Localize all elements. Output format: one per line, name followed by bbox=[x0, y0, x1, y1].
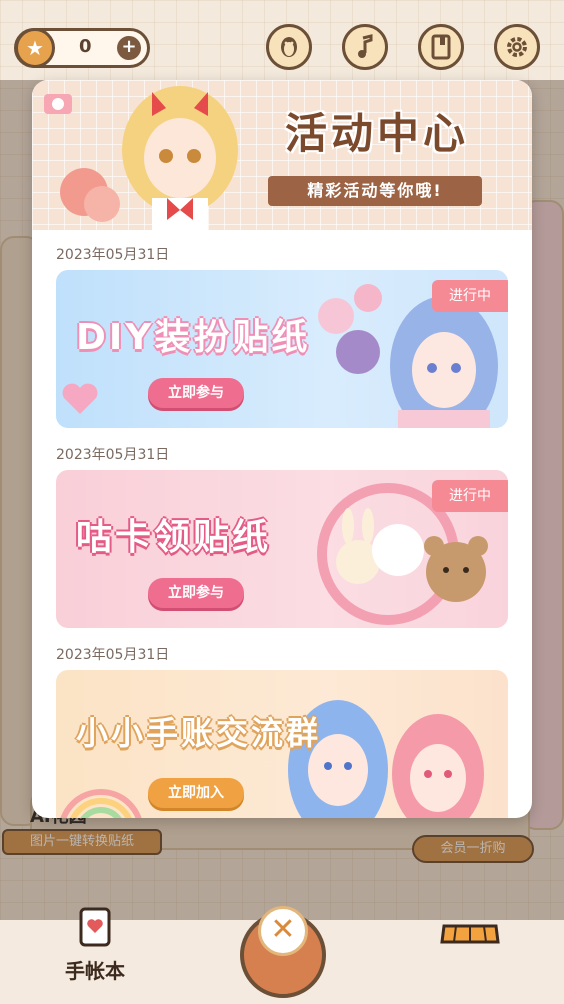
coin-balance: ★ 0 + bbox=[14, 28, 150, 68]
shop-awning-icon bbox=[440, 924, 500, 944]
join-button[interactable]: 立即参与 bbox=[148, 378, 244, 408]
nav-journal-label: 手帐本 bbox=[65, 959, 125, 983]
close-modal-button[interactable]: ✕ bbox=[258, 906, 308, 956]
status-badge: 进行中 bbox=[432, 480, 508, 512]
gear-icon bbox=[507, 37, 527, 57]
add-coins-button[interactable]: + bbox=[117, 36, 141, 60]
music-button[interactable] bbox=[342, 24, 388, 70]
nav-shop[interactable] bbox=[440, 922, 500, 956]
modal-header: 活动中心 精彩活动等你哦! bbox=[32, 80, 532, 230]
heart-decoration-icon bbox=[62, 383, 98, 414]
journal-icon bbox=[79, 907, 111, 947]
penguin-icon bbox=[281, 37, 297, 57]
modal-title: 活动中心 bbox=[284, 109, 469, 158]
star-icon: ★ bbox=[15, 28, 55, 68]
penguin-button[interactable] bbox=[266, 24, 312, 70]
event-title: 咕卡领贴纸 bbox=[76, 517, 272, 558]
header-character-illustration bbox=[44, 86, 238, 230]
modal-subtitle-ribbon: 精彩活动等你哦! bbox=[268, 176, 482, 206]
event-banner-group[interactable]: 小小手账交流群 立即加入 bbox=[56, 670, 508, 818]
event-date: 2023年05月31日 bbox=[56, 447, 170, 463]
notebook-button[interactable] bbox=[418, 24, 464, 70]
music-note-icon bbox=[358, 34, 373, 58]
event-banner-guka[interactable]: 咕卡领贴纸 立即参与 进行中 bbox=[56, 470, 508, 628]
join-group-button[interactable]: 立即加入 bbox=[148, 778, 244, 808]
rainbow-decoration-icon bbox=[60, 789, 142, 818]
status-badge: 进行中 bbox=[432, 280, 508, 312]
nav-journal[interactable]: 手帐本 bbox=[55, 905, 135, 984]
event-banner-diy[interactable]: DIY装扮贴纸 立即参与 进行中 bbox=[56, 270, 508, 428]
settings-button[interactable] bbox=[494, 24, 540, 70]
book-icon bbox=[431, 34, 451, 60]
event-title: DIY装扮贴纸 bbox=[76, 317, 311, 358]
event-date: 2023年05月31日 bbox=[56, 247, 170, 263]
join-button[interactable]: 立即参与 bbox=[148, 578, 244, 608]
coin-count: 0 bbox=[79, 36, 92, 57]
activity-center-modal: 活动中心 精彩活动等你哦! 2023年05月31日 DIY装扮贴纸 立即参与 进… bbox=[32, 80, 532, 818]
event-title: 小小手账交流群 bbox=[76, 714, 322, 752]
event-list[interactable]: 2023年05月31日 DIY装扮贴纸 立即参与 进行中 2023年05月31日 bbox=[32, 230, 532, 818]
event-date: 2023年05月31日 bbox=[56, 647, 170, 663]
